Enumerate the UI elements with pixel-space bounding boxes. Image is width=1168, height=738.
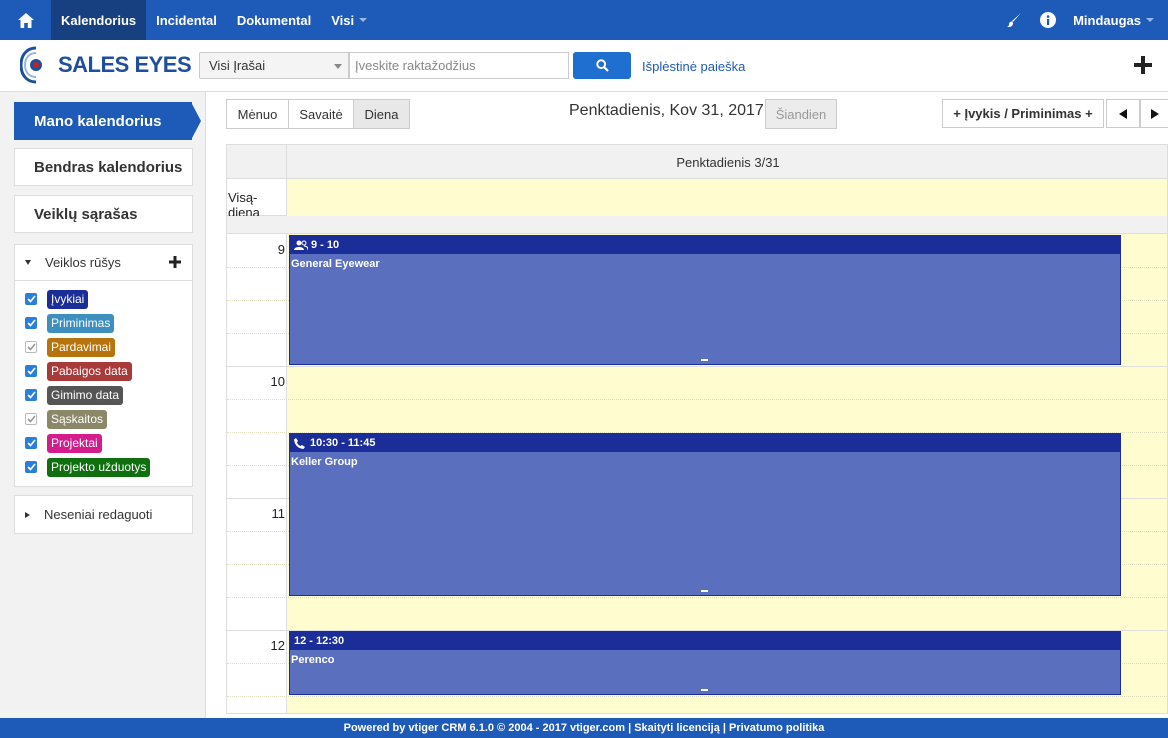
info-icon[interactable]	[1031, 0, 1065, 40]
sidebar-item-my-calendar[interactable]: Mano kalendorius	[14, 102, 201, 140]
activity-type-item[interactable]: Pabaigos data	[25, 359, 192, 383]
activity-type-label: Sąskaitos	[47, 409, 108, 429]
recently-edited-panel: Neseniai redaguoti	[14, 495, 193, 534]
activity-types-header[interactable]: Veiklos rūšys	[15, 245, 192, 281]
activity-type-checkbox[interactable]	[25, 389, 37, 401]
calendar-title: Penktadienis, Kov 31, 2017	[569, 102, 764, 119]
day-calendar-grid: Penktadienis 3/31 Visą-dieną 9 10 11 12 9 - …	[226, 144, 1168, 714]
search-scope-select[interactable]: Visi Įrašai	[199, 52, 349, 79]
nav-item-documents[interactable]: Dokumental	[227, 0, 321, 40]
next-day-button[interactable]	[1140, 99, 1168, 128]
time-slots: 9 10 11 12 9 - 10 General Eyewear 10:30 - 11:4…	[227, 234, 1167, 713]
arrow-right-icon	[1151, 108, 1159, 119]
activity-type-label: Gimimo data	[47, 385, 124, 405]
footer: Powered by vtiger CRM 6.1.0 © 2004 - 201…	[0, 718, 1168, 738]
chevron-down-icon	[359, 18, 368, 22]
user-menu[interactable]: Mindaugas	[1065, 13, 1168, 28]
logo[interactable]: SALES EYES	[20, 46, 192, 84]
event-title: Perenco	[291, 654, 335, 666]
activity-type-label: Priminimas	[47, 313, 115, 333]
resize-handle[interactable]	[701, 359, 708, 361]
chevron-down-icon	[1146, 18, 1154, 22]
brush-icon[interactable]	[997, 0, 1031, 40]
activity-type-label: Įvykiai	[47, 289, 89, 309]
advanced-search-link[interactable]: Išplėstinė paieška	[642, 59, 745, 74]
eye-logo-icon	[20, 46, 42, 84]
view-month-button[interactable]: Mėnuo	[226, 99, 289, 129]
calendar-event[interactable]: 9 - 10 General Eyewear	[289, 235, 1121, 365]
sidebar-item-activity-list[interactable]: Veiklų sąrašas	[14, 195, 193, 233]
event-title: Keller Group	[291, 456, 358, 468]
grid-header: Penktadienis 3/31	[227, 145, 1167, 179]
hour-label: 12	[270, 638, 285, 653]
header-bar: SALES EYES Visi Įrašai Išplėstinė paiešk…	[0, 40, 1168, 92]
recently-edited-header[interactable]: Neseniai redaguoti	[15, 496, 192, 533]
activity-type-label: Pabaigos data	[47, 361, 132, 381]
activity-type-label: Pardavimai	[47, 337, 116, 357]
resize-handle[interactable]	[701, 689, 708, 691]
all-day-label: Visą-dieną	[227, 179, 287, 220]
activity-type-item[interactable]: Priminimas	[25, 311, 192, 335]
caret-down-icon	[25, 260, 31, 265]
nav-item-calendar[interactable]: Kalendorius	[51, 0, 147, 40]
resize-handle[interactable]	[701, 590, 708, 592]
hour-label: 10	[270, 374, 285, 389]
search-icon	[595, 59, 609, 72]
caret-right-icon	[25, 511, 30, 518]
event-time-header: 10:30 - 11:45	[290, 434, 1120, 452]
hour-label: 11	[271, 506, 286, 521]
activity-type-label: Projektai	[47, 433, 102, 453]
all-day-cell[interactable]	[287, 179, 1167, 216]
calendar-event[interactable]: 12 - 12:30 Perenco	[289, 631, 1121, 695]
sidebar-item-shared-calendar[interactable]: Bendras kalendorius	[14, 148, 193, 186]
activity-type-item[interactable]: Projekto užduotys	[25, 455, 192, 479]
activity-type-item[interactable]: Pardavimai	[25, 335, 192, 359]
hour-label: 9	[277, 242, 285, 257]
activity-types-panel: Veiklos rūšys Įvykiai Priminimas Pardavima…	[14, 244, 193, 487]
activity-type-list: Įvykiai Priminimas Pardavimai Pabaigos data…	[15, 281, 192, 483]
users-icon	[294, 240, 311, 250]
activity-type-checkbox[interactable]	[25, 461, 37, 473]
arrow-left-icon	[1118, 108, 1127, 119]
activity-type-checkbox[interactable]	[25, 317, 37, 329]
all-day-row: Visą-dieną	[227, 179, 1167, 220]
activity-type-checkbox[interactable]	[25, 341, 37, 353]
event-time-header: 12 - 12:30	[290, 632, 1120, 650]
event-time: 12 - 12:30	[294, 635, 345, 647]
event-title: General Eyewear	[291, 258, 380, 270]
event-time-header: 9 - 10	[290, 236, 1120, 254]
calendar-event[interactable]: 10:30 - 11:45 Keller Group	[289, 433, 1121, 596]
top-navigation: Kalendorius Incidental Dokumental Visi M…	[0, 0, 1168, 40]
add-event-button[interactable]: + Įvykis / Priminimas +	[942, 99, 1104, 128]
activity-type-item[interactable]: Gimimo data	[25, 383, 192, 407]
event-time: 9 - 10	[311, 239, 340, 251]
activity-type-checkbox[interactable]	[25, 293, 37, 305]
nav-item-all[interactable]: Visi	[321, 0, 377, 40]
phone-icon	[294, 437, 310, 449]
quick-create-plus-icon[interactable]	[1132, 54, 1154, 76]
event-time: 10:30 - 11:45	[310, 437, 376, 449]
previous-day-button[interactable]	[1106, 99, 1140, 128]
add-activity-type-icon[interactable]	[168, 255, 182, 269]
sidebar: Mano kalendorius Bendras kalendorius Vei…	[0, 92, 206, 718]
view-week-button[interactable]: Savaitė	[289, 99, 354, 129]
chevron-down-icon	[334, 64, 342, 69]
search-input[interactable]	[349, 52, 569, 79]
view-day-button[interactable]: Diena	[353, 99, 410, 129]
today-button[interactable]: Šiandien	[765, 99, 837, 129]
day-column-header: Penktadienis 3/31	[676, 154, 780, 170]
nav-item-incidental[interactable]: Incidental	[146, 0, 227, 40]
activity-type-item[interactable]: Įvykiai	[25, 287, 192, 311]
logo-text: SALES EYES	[58, 52, 192, 77]
search-button[interactable]	[573, 52, 631, 79]
home-icon[interactable]	[0, 0, 51, 40]
activity-type-checkbox[interactable]	[25, 365, 37, 377]
activity-type-checkbox[interactable]	[25, 413, 37, 425]
activity-type-checkbox[interactable]	[25, 437, 37, 449]
activity-type-item[interactable]: Sąskaitos	[25, 407, 192, 431]
activity-type-label: Projekto užduotys	[47, 457, 151, 477]
activity-type-item[interactable]: Projektai	[25, 431, 192, 455]
